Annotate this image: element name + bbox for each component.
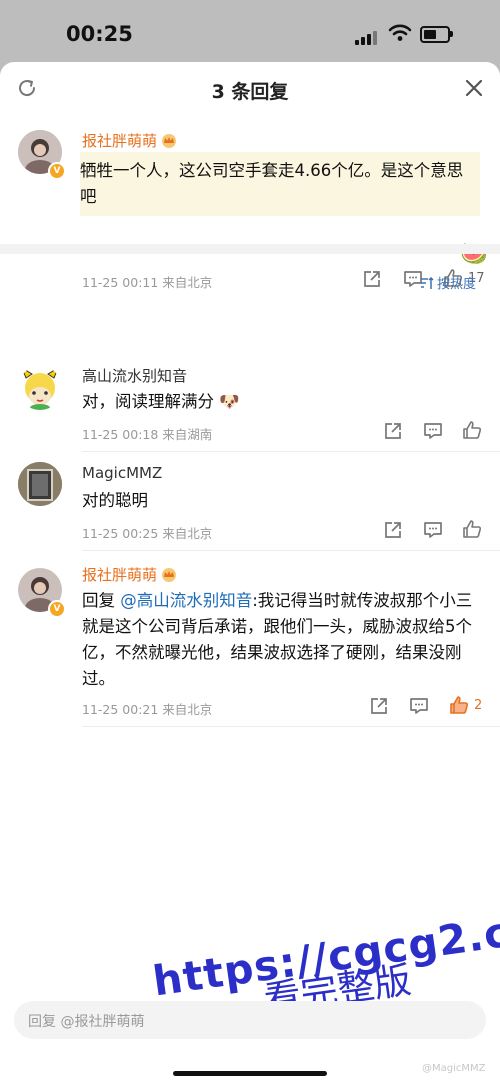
share-icon[interactable]	[362, 269, 382, 289]
comment-author[interactable]: 报社胖萌萌	[82, 130, 177, 152]
status-time: 00:25	[66, 22, 133, 46]
reply-meta: 11-25 00:18 来自湖南	[82, 427, 213, 442]
comment-body: 牺牲一个人，这公司空手套走4.66个亿。是这个意思吧	[80, 161, 464, 206]
like-icon[interactable]	[462, 420, 482, 440]
comment-icon[interactable]	[423, 421, 443, 441]
reply-meta: 11-25 00:25 来自北京	[82, 526, 213, 541]
section-divider	[0, 244, 500, 254]
author-name[interactable]: 报社胖萌萌	[82, 132, 157, 150]
battery-icon	[420, 26, 453, 43]
divider	[82, 726, 500, 727]
comment-meta: 11-25 00:11 来自北京	[82, 275, 213, 290]
crown-icon	[161, 567, 177, 586]
comment-icon[interactable]	[409, 696, 429, 716]
reply-author[interactable]: MagicMMZ	[82, 464, 162, 482]
sort-label: 按热度	[437, 277, 477, 292]
close-icon[interactable]	[464, 78, 484, 98]
crown-icon	[161, 133, 177, 152]
avatar[interactable]	[18, 366, 62, 410]
sort-icon	[421, 276, 434, 289]
author-name[interactable]: 报社胖萌萌	[82, 566, 157, 584]
signal-icon	[355, 26, 379, 45]
divider	[82, 550, 500, 551]
comment-text: 牺牲一个人，这公司空手套走4.66个亿。是这个意思吧	[80, 152, 480, 216]
avatar[interactable]	[18, 462, 62, 506]
sheet-header: 3 条回复	[0, 62, 500, 116]
verified-badge-icon: V	[48, 600, 66, 618]
wifi-icon	[388, 24, 412, 41]
reply-input-placeholder: 回复 @报社胖萌萌	[28, 1014, 145, 1030]
replies-sheet: 3 条回复 V 报社胖萌萌 牺牲一个人，这公司空手套走4.66个亿。是这个意思吧…	[0, 62, 500, 1085]
reply-input[interactable]: 回复 @报社胖萌萌	[14, 1001, 486, 1039]
watermark: @MagicMMZ	[422, 1063, 486, 1074]
liked-icon[interactable]	[449, 695, 469, 715]
status-bar: 00:25	[0, 0, 500, 62]
sheet-title: 3 条回复	[211, 81, 289, 103]
reply-author[interactable]: 高山流水别知音	[82, 365, 187, 386]
mention-link[interactable]: @高山流水别知音	[120, 591, 252, 610]
reply-body: 对，阅读理解满分	[82, 392, 214, 411]
reply-author[interactable]: 报社胖萌萌	[82, 564, 177, 586]
home-indicator[interactable]	[173, 1071, 327, 1076]
reply-text: 对的聪明	[82, 491, 148, 510]
divider	[82, 451, 500, 452]
share-icon[interactable]	[369, 696, 389, 716]
sort-hot-button[interactable]: 按热度	[420, 273, 476, 292]
share-icon[interactable]	[383, 520, 403, 540]
comment-icon[interactable]	[423, 520, 443, 540]
doge-emoji-icon: 🐶	[219, 392, 240, 411]
reply-prefix: 回复	[82, 591, 115, 610]
reply-text: 回复 @高山流水别知音:我记得当时就传波叔那个小三就是这个公司背后承诺，跟他们一…	[82, 588, 480, 692]
share-icon[interactable]	[383, 421, 403, 441]
like-icon[interactable]	[462, 519, 482, 539]
like-count: 2	[474, 698, 483, 713]
reply-meta: 11-25 00:21 来自北京	[82, 702, 213, 717]
reply-text: 对，阅读理解满分 🐶	[82, 389, 480, 415]
verified-badge-icon: V	[48, 162, 66, 180]
